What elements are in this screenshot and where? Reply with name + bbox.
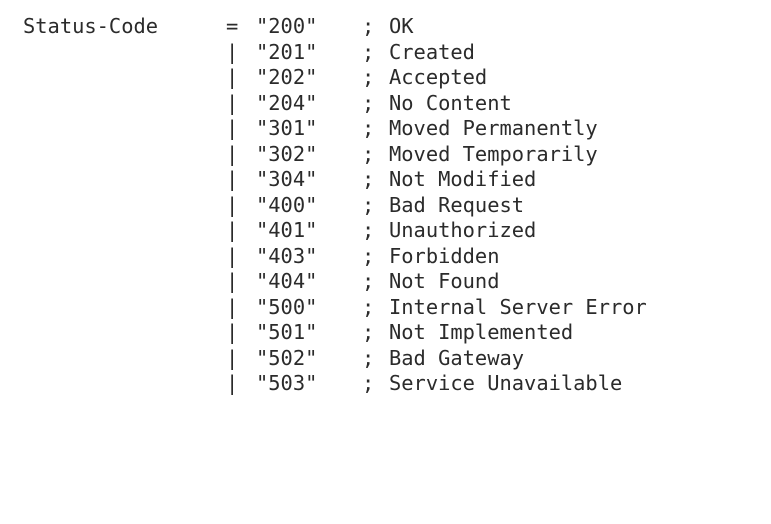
grammar-row: | "202" ; Accepted <box>0 65 487 91</box>
reason-phrase: Not Found <box>389 269 500 293</box>
reason-phrase: Bad Request <box>389 192 525 217</box>
grammar-row: | "304" ; Not Modified <box>0 167 536 193</box>
status-code-value: "401" <box>256 218 318 242</box>
status-code-value: "501" <box>256 320 318 344</box>
status-code-value: "200" <box>256 14 318 38</box>
alternation-operator: | <box>226 269 239 293</box>
comment-marker: ; <box>362 320 375 344</box>
grammar-row: | "502" ; Bad Gateway <box>0 346 524 372</box>
status-code-value: "202" <box>256 65 318 89</box>
alternation-operator: | <box>226 192 239 217</box>
grammar-row: Status-Code = "200" ; OK <box>0 14 414 40</box>
grammar-row: | "400" ; Bad Request <box>0 193 524 219</box>
rule-name: Status-Code <box>23 14 159 38</box>
grammar-row: | "401" ; Unauthorized <box>0 218 536 244</box>
reason-phrase: Not Implemented <box>389 320 574 344</box>
comment-marker: ; <box>362 39 375 64</box>
status-code-grammar: Status-Code = "200" ; OK | "201" ; Creat… <box>0 0 771 409</box>
grammar-row: | "503" ; Service Unavailable <box>0 371 622 397</box>
reason-phrase: No Content <box>389 90 512 115</box>
grammar-row: | "404" ; Not Found <box>0 269 500 295</box>
alternation-operator: | <box>226 39 239 64</box>
comment-marker: ; <box>362 218 375 242</box>
grammar-row: | "501" ; Not Implemented <box>0 320 573 346</box>
reason-phrase: Accepted <box>389 65 488 89</box>
reason-phrase: OK <box>389 14 414 38</box>
comment-marker: ; <box>362 294 375 319</box>
alternation-operator: | <box>226 167 239 191</box>
alternation-operator: | <box>226 218 239 242</box>
status-code-value: "204" <box>256 90 318 115</box>
alternation-operator: | <box>226 371 239 395</box>
reason-phrase: Service Unavailable <box>389 371 623 395</box>
comment-marker: ; <box>362 243 375 268</box>
comment-marker: ; <box>362 269 375 293</box>
grammar-row: | "403" ; Forbidden <box>0 244 500 270</box>
comment-marker: ; <box>362 116 375 140</box>
alternation-operator: | <box>226 294 239 319</box>
comment-marker: ; <box>362 141 375 166</box>
alternation-operator: | <box>226 90 239 115</box>
status-code-value: "404" <box>256 269 318 293</box>
status-code-value: "201" <box>256 39 318 64</box>
reason-phrase: Unauthorized <box>389 218 537 242</box>
alternation-operator: | <box>226 345 239 370</box>
comment-marker: ; <box>362 90 375 115</box>
reason-phrase: Moved Permanently <box>389 116 598 140</box>
status-code-value: "400" <box>256 192 318 217</box>
alternation-operator: | <box>226 141 239 166</box>
reason-phrase: Moved Temporarily <box>389 141 598 166</box>
grammar-row: | "302" ; Moved Temporarily <box>0 142 598 168</box>
grammar-row: | "204" ; No Content <box>0 91 512 117</box>
comment-marker: ; <box>362 345 375 370</box>
grammar-row: | "301" ; Moved Permanently <box>0 116 598 142</box>
status-code-value: "302" <box>256 141 318 166</box>
reason-phrase: Forbidden <box>389 243 500 268</box>
comment-marker: ; <box>362 65 375 89</box>
status-code-value: "304" <box>256 167 318 191</box>
comment-marker: ; <box>362 192 375 217</box>
status-code-value: "503" <box>256 371 318 395</box>
alternation-operator: | <box>226 65 239 89</box>
status-code-value: "502" <box>256 345 318 370</box>
definition-operator: = <box>226 14 239 38</box>
comment-marker: ; <box>362 167 375 191</box>
status-code-value: "403" <box>256 243 318 268</box>
comment-marker: ; <box>362 14 375 38</box>
alternation-operator: | <box>226 116 239 140</box>
reason-phrase: Internal Server Error <box>389 294 647 319</box>
reason-phrase: Not Modified <box>389 167 537 191</box>
status-code-value: "301" <box>256 116 318 140</box>
status-code-value: "500" <box>256 294 318 319</box>
comment-marker: ; <box>362 371 375 395</box>
alternation-operator: | <box>226 320 239 344</box>
alternation-operator: | <box>226 243 239 268</box>
grammar-row: | "500" ; Internal Server Error <box>0 295 647 321</box>
reason-phrase: Created <box>389 39 475 64</box>
reason-phrase: Bad Gateway <box>389 345 525 370</box>
grammar-row: | "201" ; Created <box>0 40 475 66</box>
